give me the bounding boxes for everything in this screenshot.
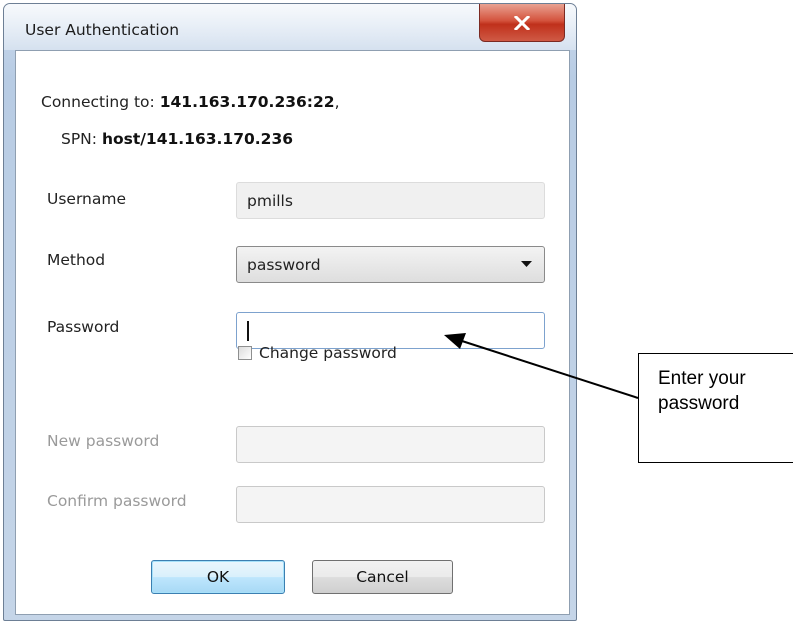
callout-line-2: password — [658, 393, 740, 414]
callout-line-1: Enter your — [658, 368, 746, 389]
annotation-callout: Enter your password — [638, 353, 793, 463]
annotation-arrow — [444, 333, 639, 399]
